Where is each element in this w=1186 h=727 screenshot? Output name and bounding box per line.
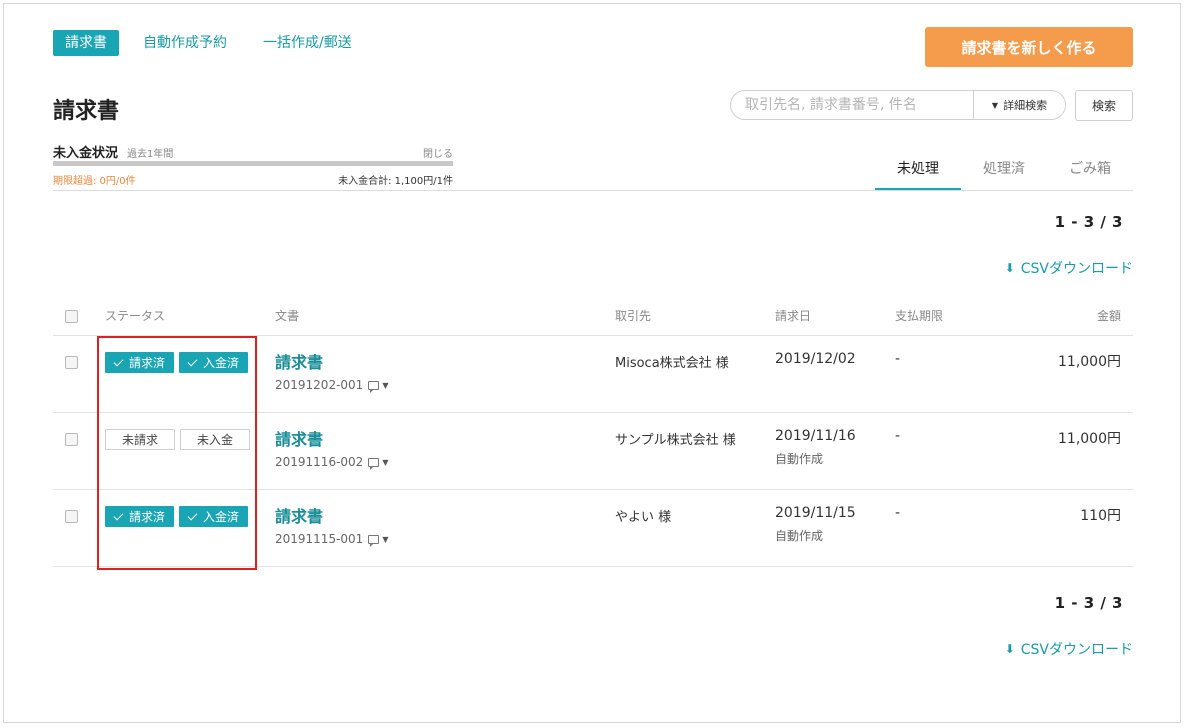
pagination-top: 1 - 3 / 3	[1054, 213, 1123, 231]
select-all-checkbox[interactable]	[65, 310, 78, 323]
paid-status-badge[interactable]: 未入金	[180, 429, 250, 450]
row-checkbox[interactable]	[65, 433, 78, 446]
invoice-date: 2019/11/15	[775, 505, 856, 521]
billed-status-badge[interactable]: 未請求	[105, 429, 175, 450]
header-amount: 金額	[1096, 309, 1121, 323]
advanced-search-button[interactable]: ▼ 詳細検索	[973, 91, 1065, 119]
tab-unprocessed[interactable]: 未処理	[875, 150, 961, 190]
table-row: 請求済 入金済 請求書 20191115-001 ▼ やよい 様 2019/11…	[53, 490, 1133, 567]
advanced-search-label: 詳細検索	[1003, 99, 1048, 112]
header-status: ステータス	[105, 309, 166, 323]
search-box: ▼ 詳細検索	[730, 90, 1066, 120]
document-title-link[interactable]: 請求書	[275, 503, 388, 527]
check-icon	[113, 510, 124, 521]
paid-status-badge[interactable]: 入金済	[179, 506, 248, 527]
client-name: サンプル株式会社 様	[615, 433, 736, 448]
document-number: 20191202-001	[275, 378, 364, 392]
auto-created-label: 自動作成	[775, 529, 824, 543]
comment-icon[interactable]	[368, 457, 380, 470]
unpaid-status-period: 過去1年間	[127, 149, 174, 160]
billed-status-label: 未請求	[121, 432, 158, 447]
search-input[interactable]	[731, 91, 973, 119]
tab-auto-create[interactable]: 自動作成予約	[143, 30, 227, 56]
paid-status-label: 未入金	[196, 432, 233, 447]
document-title-link[interactable]: 請求書	[275, 349, 388, 373]
caret-down-icon[interactable]: ▼	[382, 381, 388, 390]
due-date: -	[895, 505, 901, 521]
document-cell: 請求書 20191202-001 ▼	[275, 349, 388, 393]
document-title-link[interactable]: 請求書	[275, 426, 388, 450]
document-cell: 請求書 20191115-001 ▼	[275, 503, 388, 547]
header-client: 取引先	[615, 309, 652, 323]
tabs-divider	[53, 190, 1133, 191]
tab-trash[interactable]: ごみ箱	[1047, 150, 1133, 190]
billed-status-badge[interactable]: 請求済	[105, 352, 174, 373]
document-number: 20191115-001	[275, 532, 364, 546]
status-tabs: 未処理 処理済 ごみ箱	[875, 150, 1133, 190]
invoice-date: 2019/11/16	[775, 428, 856, 444]
header-due-date: 支払期限	[895, 309, 944, 323]
billed-status-label: 請求済	[129, 509, 166, 524]
paid-status-badge[interactable]: 入金済	[179, 352, 248, 373]
caret-down-icon: ▼	[991, 100, 999, 110]
pagination-bottom: 1 - 3 / 3	[1054, 594, 1123, 612]
new-invoice-button[interactable]: 請求書を新しく作る	[925, 27, 1133, 67]
check-icon	[187, 510, 198, 521]
tab-processed[interactable]: 処理済	[961, 150, 1047, 190]
caret-down-icon[interactable]: ▼	[382, 535, 388, 544]
document-number: 20191116-002	[275, 455, 364, 469]
tab-invoices[interactable]: 請求書	[53, 30, 119, 56]
csv-download-label: CSVダウンロード	[1020, 642, 1133, 658]
check-icon	[113, 356, 124, 367]
comment-icon[interactable]	[368, 534, 380, 547]
status-badges: 請求済 入金済	[105, 506, 253, 527]
client-name: やよい 様	[615, 510, 672, 525]
row-checkbox[interactable]	[65, 356, 78, 369]
document-cell: 請求書 20191116-002 ▼	[275, 426, 388, 470]
amount: 11,000円	[1058, 354, 1121, 370]
amount: 11,000円	[1058, 431, 1121, 447]
csv-download-label: CSVダウンロード	[1020, 261, 1133, 277]
caret-down-icon[interactable]: ▼	[382, 458, 388, 467]
search-button[interactable]: 検索	[1075, 90, 1133, 121]
unpaid-status-close[interactable]: 閉じる	[423, 145, 453, 160]
invoice-date: 2019/12/02	[775, 351, 856, 367]
paid-status-label: 入金済	[203, 355, 240, 370]
download-icon: ⬇	[1004, 261, 1015, 275]
invoice-date-cell: 2019/12/02	[775, 351, 856, 367]
billed-status-badge[interactable]: 請求済	[105, 506, 174, 527]
header-invoice-date: 請求日	[775, 309, 812, 323]
unpaid-progress-bar	[53, 161, 453, 166]
unpaid-total: 未入金合計: 1,100円/1件	[338, 176, 453, 187]
tab-bulk-mail[interactable]: 一括作成/郵送	[263, 30, 352, 56]
top-nav: 請求書 自動作成予約 一括作成/郵送	[53, 30, 388, 56]
billed-status-label: 請求済	[129, 355, 166, 370]
paid-status-label: 入金済	[203, 509, 240, 524]
amount: 110円	[1080, 508, 1121, 524]
row-checkbox[interactable]	[65, 510, 78, 523]
header-document: 文書	[275, 309, 300, 323]
invoice-date-cell: 2019/11/16 自動作成	[775, 428, 856, 467]
due-date: -	[895, 428, 901, 444]
csv-download-link-top[interactable]: ⬇ CSVダウンロード	[1005, 258, 1133, 278]
check-icon	[187, 356, 198, 367]
page-title: 請求書	[53, 99, 120, 124]
table-row: 未請求 未入金 請求書 20191116-002 ▼ サンプル株式会社 様 20…	[53, 413, 1133, 490]
invoice-table: ステータス 文書 取引先 請求日 支払期限 金額 請求済 入金済 請求書 201…	[53, 298, 1133, 567]
download-icon: ⬇	[1004, 642, 1015, 656]
invoice-date-cell: 2019/11/15 自動作成	[775, 505, 856, 544]
status-badges: 請求済 入金済	[105, 352, 253, 373]
table-row: 請求済 入金済 請求書 20191202-001 ▼ Misoca株式会社 様 …	[53, 336, 1133, 413]
status-badges: 未請求 未入金	[105, 429, 255, 450]
comment-icon[interactable]	[368, 380, 380, 393]
client-name: Misoca株式会社 様	[615, 356, 729, 371]
unpaid-status-title: 未入金状況	[53, 146, 119, 161]
csv-download-link-bottom[interactable]: ⬇ CSVダウンロード	[1005, 639, 1133, 659]
overdue-amount: 期限超過: 0円/0件	[53, 176, 136, 187]
table-header: ステータス 文書 取引先 請求日 支払期限 金額	[53, 298, 1133, 336]
due-date: -	[895, 351, 901, 367]
auto-created-label: 自動作成	[775, 452, 824, 466]
unpaid-status-panel: 未入金状況 過去1年間 閉じる 期限超過: 0円/0件 未入金合計: 1,100…	[53, 142, 453, 187]
